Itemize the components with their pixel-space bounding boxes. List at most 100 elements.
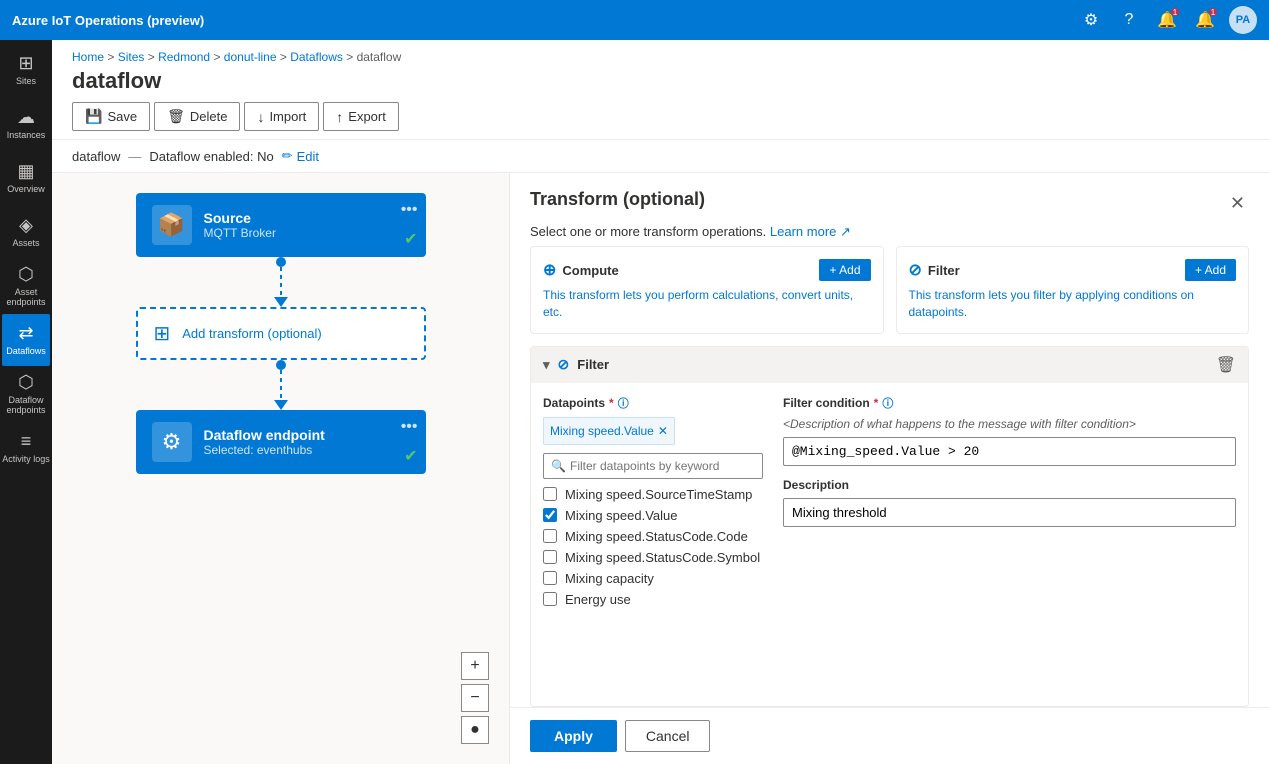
checkbox-item-6[interactable]: Energy use (543, 592, 763, 607)
sidebar: ⊞ Sites ☁ Instances ▦ Overview ◈ Assets … (0, 40, 52, 764)
main-content: Home > Sites > Redmond > donut-line > Da… (52, 40, 1269, 764)
description-label: Description (783, 478, 1236, 492)
tag-container: Mixing speed.Value ✕ (543, 417, 763, 445)
sidebar-item-dataflow-endpoints[interactable]: ⬡ Dataflow endpoints (2, 368, 50, 420)
toolbar: 💾 Save 🗑 Delete ↓ Import ↑ Export (52, 102, 1269, 140)
tag-remove-button[interactable]: ✕ (658, 424, 668, 438)
search-icon-inner: 🔍 (551, 459, 566, 473)
breadcrumb-dataflows[interactable]: Dataflows (290, 50, 343, 64)
page-header: dataflow (52, 64, 1269, 102)
breadcrumb-redmond[interactable]: Redmond (158, 50, 210, 64)
checkbox-item-1[interactable]: Mixing speed.SourceTimeStamp (543, 487, 763, 502)
cancel-button[interactable]: Cancel (625, 720, 711, 752)
source-node-check: ✔ (404, 229, 417, 249)
filter-section-title: Filter (577, 357, 609, 372)
filter-icon: ⊘ (909, 260, 922, 280)
panel-header: Transform (optional) ✕ (510, 173, 1269, 218)
save-label: Save (107, 109, 137, 124)
collapse-icon[interactable]: ▾ (543, 357, 550, 373)
import-label: Import (269, 109, 306, 124)
import-button[interactable]: ↓ Import (244, 102, 319, 131)
checkbox-6[interactable] (543, 592, 557, 606)
avatar[interactable]: PA (1229, 6, 1257, 34)
zoom-in-button[interactable]: + (461, 652, 489, 680)
required-star: * (609, 396, 614, 410)
compute-desc: This transform lets you perform calculat… (543, 287, 871, 321)
learn-more-link[interactable]: Learn more ↗ (770, 224, 851, 239)
checkbox-1[interactable] (543, 487, 557, 501)
transform-node[interactable]: ⊞ Add transform (optional) (136, 307, 426, 360)
checkbox-5[interactable] (543, 571, 557, 585)
fit-button[interactable]: ● (461, 716, 489, 744)
zoom-out-button[interactable]: − (461, 684, 489, 712)
tag-label: Mixing speed.Value (550, 424, 654, 438)
export-button[interactable]: ↑ Export (323, 102, 399, 131)
checkbox-3[interactable] (543, 529, 557, 543)
endpoint-node-sub: Selected: eventhubs (204, 443, 410, 457)
sidebar-item-instances[interactable]: ☁ Instances (2, 98, 50, 150)
transform-cards: ⊕ Compute + Add This transform lets you … (510, 246, 1269, 346)
checkbox-4[interactable] (543, 550, 557, 564)
source-node[interactable]: 📦 Source MQTT Broker ••• ✔ (136, 193, 426, 257)
help-icon[interactable]: ? (1115, 6, 1143, 34)
connector-line-1 (280, 267, 282, 297)
sub-header-name: dataflow (72, 149, 120, 164)
sidebar-item-label-instances: Instances (7, 131, 46, 141)
datapoints-search-input[interactable] (543, 453, 763, 479)
sidebar-item-overview[interactable]: ▦ Overview (2, 152, 50, 204)
source-node-title: Source (204, 210, 410, 226)
datapoints-info-icon[interactable]: ⓘ (618, 395, 629, 411)
compute-add-button[interactable]: + Add (819, 259, 870, 281)
panel-footer: Apply Cancel (510, 707, 1269, 764)
endpoint-node-check: ✔ (404, 446, 417, 466)
checkbox-2[interactable] (543, 508, 557, 522)
sidebar-item-asset-endpoints[interactable]: ⬡ Asset endpoints (2, 260, 50, 312)
breadcrumb-sites[interactable]: Sites (118, 50, 145, 64)
filter-title: Filter (928, 263, 960, 278)
filter-delete-button[interactable]: 🗑 (1216, 355, 1236, 375)
delete-button[interactable]: 🗑 Delete (154, 102, 240, 131)
checkbox-item-5[interactable]: Mixing capacity (543, 571, 763, 586)
save-button[interactable]: 💾 Save (72, 102, 150, 131)
source-node-menu[interactable]: ••• (401, 201, 418, 219)
checkbox-item-3[interactable]: Mixing speed.StatusCode.Code (543, 529, 763, 544)
checkbox-label-1: Mixing speed.SourceTimeStamp (565, 487, 752, 502)
checkbox-item-4[interactable]: Mixing speed.StatusCode.Symbol (543, 550, 763, 565)
filter-condition-input[interactable] (783, 437, 1236, 466)
description-input[interactable] (783, 498, 1236, 527)
endpoint-node[interactable]: ⚙ Dataflow endpoint Selected: eventhubs … (136, 410, 426, 474)
checkbox-item-2[interactable]: Mixing speed.Value (543, 508, 763, 523)
settings-icon[interactable]: ⚙ (1077, 6, 1105, 34)
edit-button[interactable]: ✏ Edit (282, 148, 319, 164)
sub-header-sep: — (128, 149, 141, 164)
checkbox-label-3: Mixing speed.StatusCode.Code (565, 529, 748, 544)
panel-scroll: ⊕ Compute + Add This transform lets you … (510, 246, 1269, 707)
sidebar-item-label-overview: Overview (7, 185, 45, 195)
checkbox-label-6: Energy use (565, 592, 631, 607)
dataflow-endpoints-icon: ⬡ (18, 372, 34, 393)
activity-logs-icon: ≡ (21, 431, 32, 452)
sidebar-item-dataflows[interactable]: ⇄ Dataflows (2, 314, 50, 366)
filter-add-button[interactable]: + Add (1185, 259, 1236, 281)
endpoint-node-menu[interactable]: ••• (401, 418, 418, 436)
sidebar-item-assets[interactable]: ◈ Assets (2, 206, 50, 258)
sidebar-item-label-activity-logs: Activity logs (2, 455, 50, 465)
apply-button[interactable]: Apply (530, 720, 617, 752)
breadcrumb-donut-line[interactable]: donut-line (224, 50, 277, 64)
compute-title: Compute (562, 263, 618, 278)
sidebar-item-activity-logs[interactable]: ≡ Activity logs (2, 422, 50, 474)
endpoint-node-title: Dataflow endpoint (204, 427, 410, 443)
panel-title: Transform (optional) (530, 189, 705, 210)
panel-subtitle: Select one or more transform operations.… (510, 218, 1269, 246)
notification-icon-1[interactable]: 🔔1 (1153, 6, 1181, 34)
sidebar-item-label-sites: Sites (16, 77, 36, 87)
checkbox-list: Mixing speed.SourceTimeStamp Mixing spee… (543, 487, 763, 607)
checkbox-label-4: Mixing speed.StatusCode.Symbol (565, 550, 760, 565)
notification-icon-2[interactable]: 🔔1 (1191, 6, 1219, 34)
checkbox-label-5: Mixing capacity (565, 571, 654, 586)
breadcrumb-home[interactable]: Home (72, 50, 104, 64)
panel-close-button[interactable]: ✕ (1226, 189, 1249, 218)
flow-connector-1 (274, 257, 288, 307)
sidebar-item-sites[interactable]: ⊞ Sites (2, 44, 50, 96)
filter-condition-info-icon[interactable]: ⓘ (882, 395, 893, 411)
